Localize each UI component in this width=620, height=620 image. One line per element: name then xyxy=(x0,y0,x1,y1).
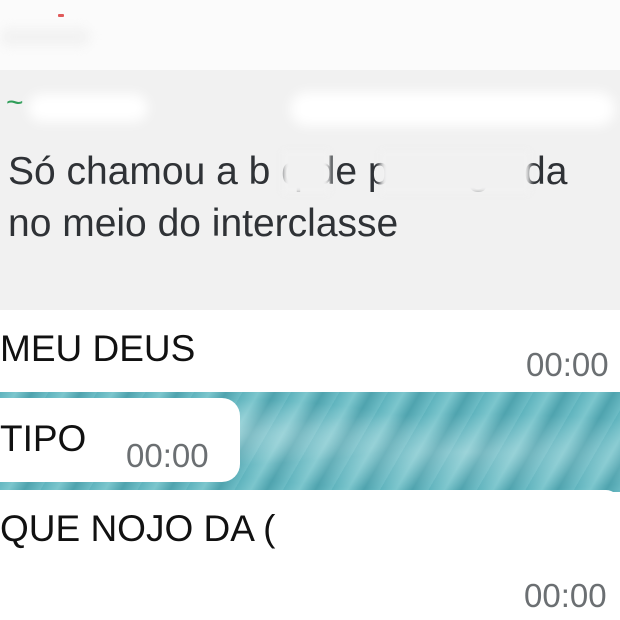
quoted-sender-prefix: ~ xyxy=(6,86,24,119)
message-time: 00:00 xyxy=(524,577,607,614)
blurred-sender-name xyxy=(28,94,148,122)
message-text: MEU DEUS xyxy=(0,328,196,369)
message-time: 00:00 xyxy=(526,346,609,383)
red-mark xyxy=(58,14,64,17)
redaction xyxy=(380,150,530,194)
message-time: 00:00 xyxy=(126,437,209,474)
blurred-phone-number xyxy=(290,92,615,126)
message-text: QUE NOJO DA ( xyxy=(0,508,276,549)
message-text: TIPO xyxy=(0,418,87,459)
redaction xyxy=(282,150,330,194)
redaction xyxy=(312,508,512,568)
blurred-header xyxy=(0,28,90,46)
top-bar xyxy=(0,0,620,70)
